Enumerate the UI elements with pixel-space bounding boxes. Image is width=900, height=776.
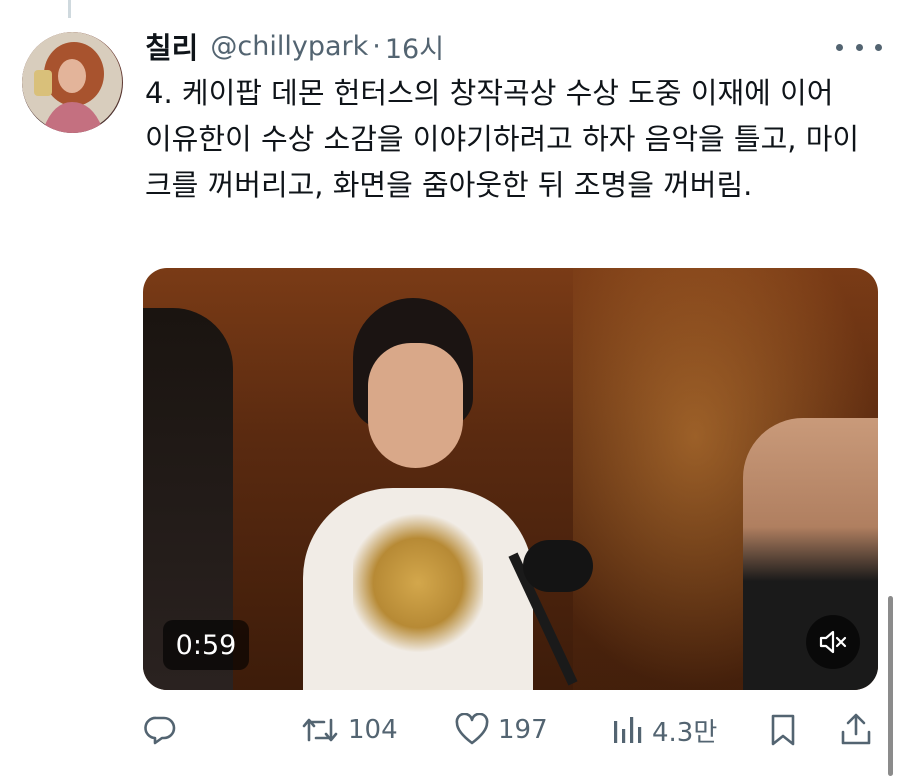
- more-dot-icon: [855, 43, 863, 51]
- avatar-image: [22, 32, 122, 133]
- heart-icon: [455, 713, 489, 745]
- like-count: 197: [498, 715, 548, 745]
- video-duration-badge: 0:59: [163, 620, 249, 670]
- bookmark-button[interactable]: [768, 708, 798, 752]
- views-button[interactable]: 4.3만: [610, 708, 717, 752]
- more-options-button[interactable]: [836, 36, 882, 58]
- share-button[interactable]: [838, 708, 874, 752]
- display-name[interactable]: 칠리: [145, 25, 198, 67]
- retweet-icon: [302, 718, 338, 742]
- more-dot-icon: [836, 43, 843, 51]
- scrollbar[interactable]: [888, 596, 893, 776]
- views-chart-icon: [614, 717, 642, 743]
- video-player[interactable]: [143, 268, 878, 690]
- mute-toggle-button[interactable]: [806, 615, 860, 669]
- retweet-button[interactable]: 104: [300, 708, 398, 752]
- tweet-text: 4. 케이팝 데몬 헌터스의 창작곡상 수상 도중 이재에 이어 이유한이 수상…: [145, 76, 860, 202]
- like-button[interactable]: 197: [454, 708, 548, 752]
- reply-icon: [144, 716, 176, 745]
- reply-button[interactable]: [142, 708, 178, 752]
- share-icon: [841, 713, 871, 745]
- user-handle[interactable]: @chillypark: [210, 31, 368, 62]
- avatar[interactable]: [22, 32, 123, 133]
- bookmark-icon: [771, 714, 795, 746]
- retweet-count: 104: [348, 715, 398, 745]
- separator-dot: ·: [372, 30, 381, 62]
- video-person-center: [283, 288, 543, 690]
- microphone: [523, 540, 593, 592]
- tweet-header: 칠리 @chillypark · 16시: [145, 26, 444, 66]
- timestamp[interactable]: 16시: [385, 27, 444, 66]
- views-count: 4.3만: [652, 717, 718, 748]
- speaker-muted-icon: [819, 630, 847, 654]
- thread-connector-line: [68, 0, 71, 18]
- more-dot-icon: [875, 43, 882, 51]
